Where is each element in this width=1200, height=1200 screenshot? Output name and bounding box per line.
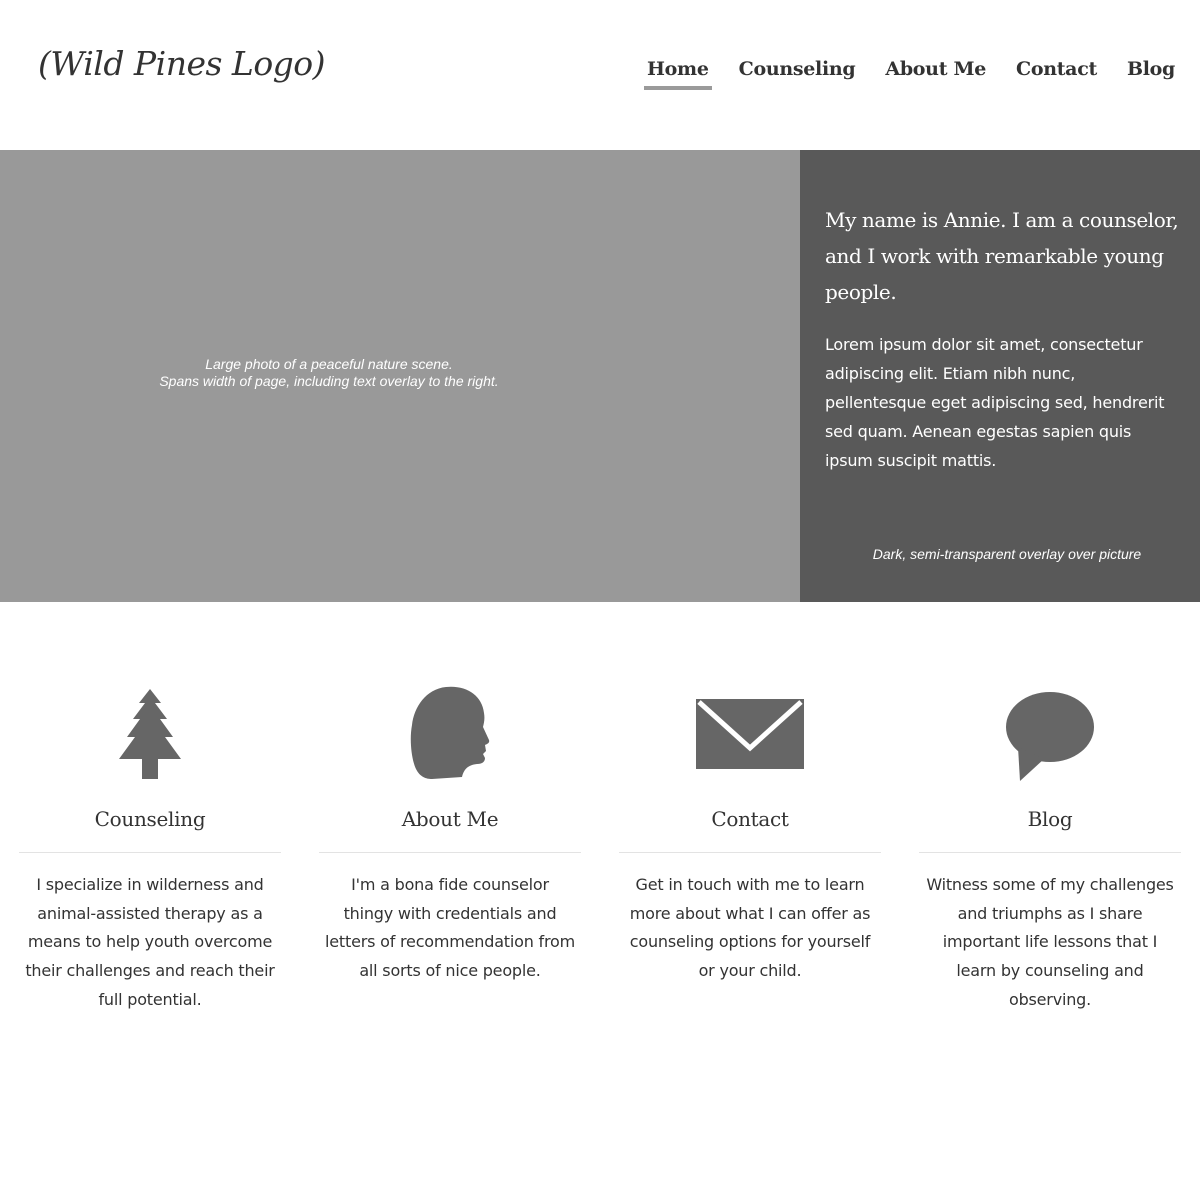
feature-description: I'm a bona fide counselor thingy with cr…: [325, 875, 575, 981]
feature-divider: [319, 852, 581, 853]
feature-contact[interactable]: Contact Get in touch with me to learn mo…: [619, 682, 881, 986]
feature-about-me[interactable]: About Me I'm a bona fide counselor thing…: [319, 682, 581, 986]
feature-divider: [619, 852, 881, 853]
feature-icon-wrap: [19, 682, 281, 782]
head-silhouette-icon: [410, 686, 490, 779]
site-header: (Wild Pines Logo) Home Counseling About …: [0, 0, 1200, 150]
tree-icon: [119, 689, 181, 779]
hero-overlay-note: Dark, semi-transparent overlay over pict…: [872, 546, 1142, 562]
nav-item-home[interactable]: Home: [644, 58, 712, 90]
nav-item-blog[interactable]: Blog: [1124, 58, 1178, 90]
feature-icon-wrap: [319, 682, 581, 782]
hero-body-text: Lorem ipsum dolor sit amet, consectetur …: [825, 335, 1165, 470]
feature-blog[interactable]: Blog Witness some of my challenges and t…: [919, 682, 1181, 1015]
main-nav: Home Counseling About Me Contact Blog: [644, 58, 1178, 90]
nav-item-contact[interactable]: Contact: [1013, 58, 1100, 90]
nav-item-counseling[interactable]: Counseling: [736, 58, 859, 90]
feature-title: About Me: [401, 807, 499, 831]
feature-counseling[interactable]: Counseling I specialize in wilderness an…: [19, 682, 281, 1015]
feature-description: Witness some of my challenges and triump…: [926, 875, 1174, 1009]
speech-bubble-icon: [1006, 692, 1094, 781]
feature-title: Counseling: [94, 807, 206, 831]
feature-icon-wrap: [919, 682, 1181, 782]
features-section: Counseling I specialize in wilderness an…: [0, 602, 1200, 1200]
envelope-icon: [696, 699, 804, 769]
hero-text-overlay: My name is Annie. I am a counselor, and …: [800, 150, 1200, 602]
nav-item-about-me[interactable]: About Me: [882, 58, 989, 90]
feature-title: Blog: [1027, 807, 1073, 831]
feature-divider: [19, 852, 281, 853]
hero-photo-placeholder: Large photo of a peaceful nature scene. …: [0, 150, 800, 602]
hero-photo-caption: Large photo of a peaceful nature scene. …: [0, 356, 658, 390]
feature-title: Contact: [711, 807, 789, 831]
site-logo[interactable]: (Wild Pines Logo): [38, 44, 326, 83]
feature-description: I specialize in wilderness and animal-as…: [25, 875, 275, 1009]
hero-heading: My name is Annie. I am a counselor, and …: [825, 208, 1179, 304]
feature-description: Get in touch with me to learn more about…: [629, 875, 871, 981]
hero-photo-caption-line-1: Large photo of a peaceful nature scene.: [205, 356, 453, 372]
hero-section: Large photo of a peaceful nature scene. …: [0, 150, 1200, 602]
hero-photo-caption-line-2: Spans width of page, including text over…: [159, 373, 499, 389]
feature-icon-wrap: [619, 682, 881, 782]
feature-divider: [919, 852, 1181, 853]
